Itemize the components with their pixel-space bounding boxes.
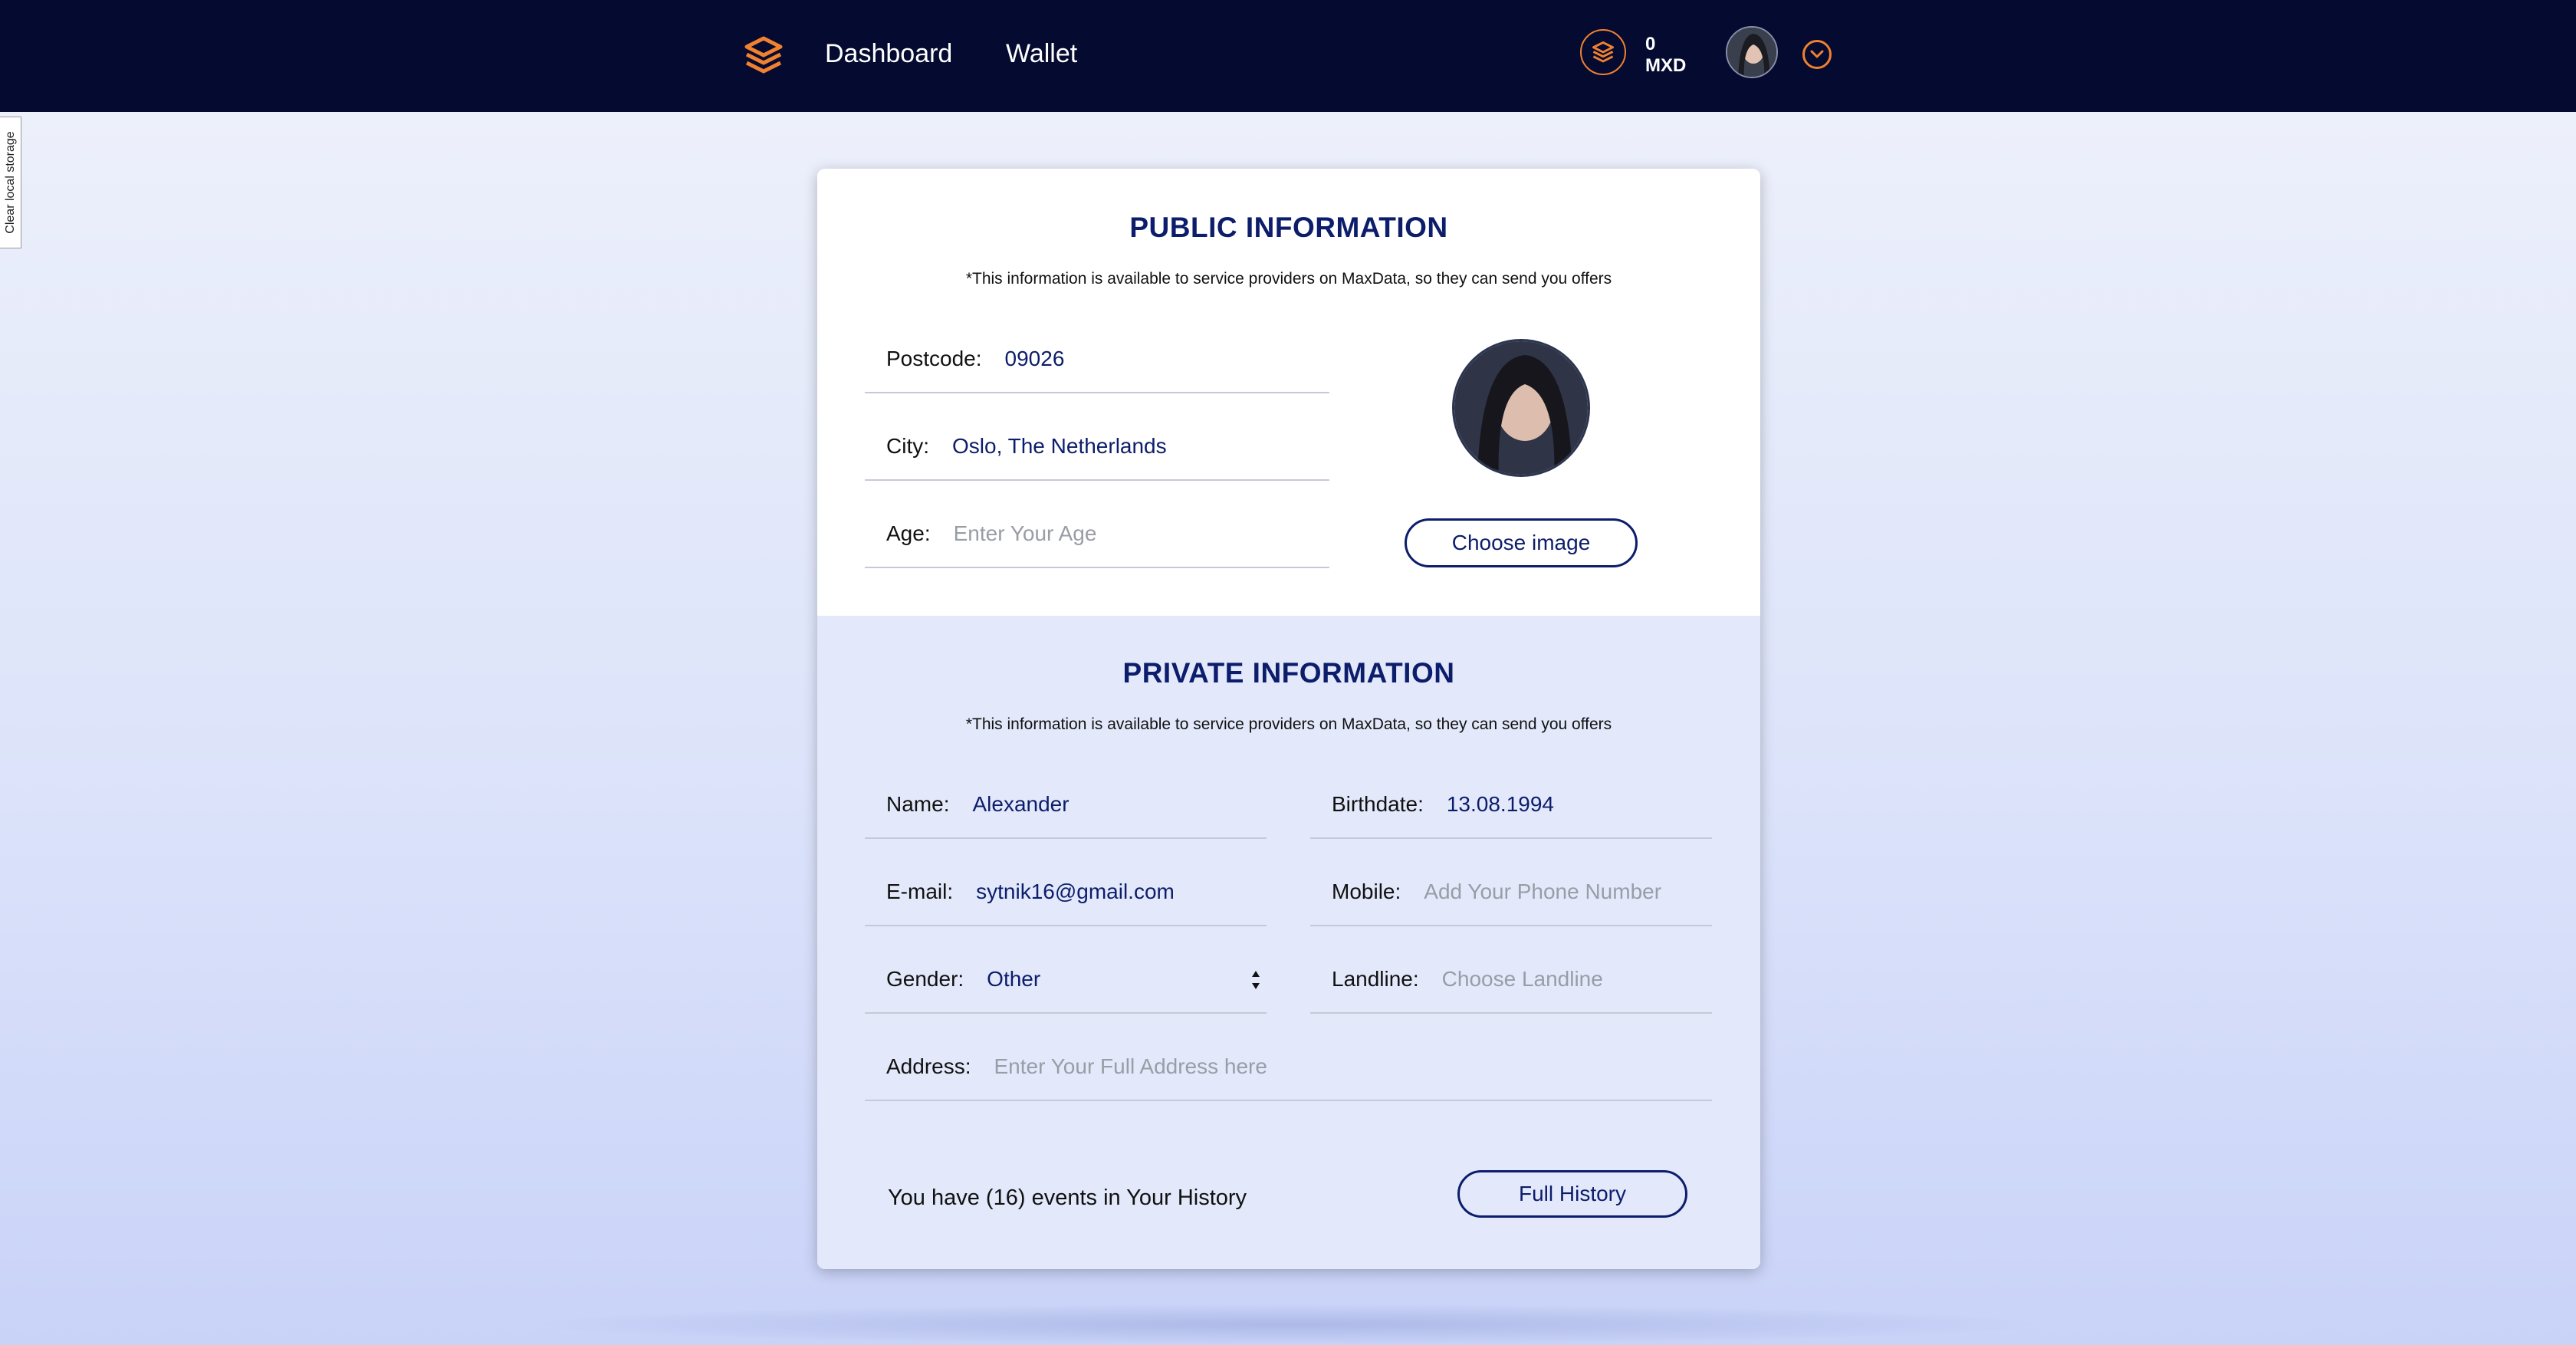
address-label: Address: [886,1054,971,1078]
clear-local-storage-button[interactable]: Clear local storage [0,117,21,248]
full-history-button[interactable]: Full History [1457,1170,1687,1218]
landline-input[interactable]: Choose Landline [1442,967,1603,991]
age-field[interactable]: Age: Enter Your Age [865,501,1329,568]
choose-image-button[interactable]: Choose image [1405,518,1638,567]
postcode-field[interactable]: Postcode: 09026 [865,326,1329,393]
top-nav: Dashboard Wallet 0 MXD [0,0,2576,112]
address-input[interactable]: Enter Your Full Address here [994,1054,1267,1079]
gender-value[interactable]: Other [987,967,1040,991]
gender-label: Gender: [886,967,964,991]
account-menu-chevron-icon[interactable] [1802,40,1832,69]
nav-dashboard-link[interactable]: Dashboard [825,38,952,69]
private-section-note: *This information is available to servic… [965,715,1612,733]
landline-label: Landline: [1332,967,1419,991]
mxd-coin-icon [1580,29,1626,75]
birthdate-field[interactable]: Birthdate: 13.08.1994 [1310,771,1712,839]
age-label: Age: [886,521,931,545]
age-input[interactable]: Enter Your Age [954,521,1097,546]
balance-currency: MXD [1645,55,1687,76]
history-count-text: You have (16) events in Your History [888,1186,1247,1210]
mobile-input[interactable]: Add Your Phone Number [1424,880,1661,904]
city-field[interactable]: City: Oslo, The Netherlands [865,413,1329,481]
clear-local-storage-label: Clear local storage [3,131,17,234]
private-information-section: PRIVATE INFORMATION *This information is… [817,616,1760,1269]
public-section-note: *This information is available to servic… [965,270,1612,288]
name-label: Name: [886,792,950,816]
private-section-title: PRIVATE INFORMATION [1122,657,1455,689]
city-label: City: [886,434,929,458]
postcode-label: Postcode: [886,347,982,370]
landline-field[interactable]: Landline: Choose Landline [1310,946,1712,1014]
nav-wallet-link[interactable]: Wallet [1006,38,1077,69]
city-value[interactable]: Oslo, The Netherlands [952,434,1167,459]
mobile-label: Mobile: [1332,880,1401,903]
email-field[interactable]: E-mail: sytnik16@gmail.com [865,859,1267,926]
address-field[interactable]: Address: Enter Your Full Address here [865,1034,1712,1101]
email-value[interactable]: sytnik16@gmail.com [976,880,1175,904]
public-section-title: PUBLIC INFORMATION [1129,212,1448,243]
wallet-balance: 0 MXD [1645,34,1686,77]
birthdate-value[interactable]: 13.08.1994 [1447,792,1554,817]
postcode-value[interactable]: 09026 [1005,347,1065,371]
profile-card: PUBLIC INFORMATION *This information is … [817,169,1760,1269]
select-arrows-icon [1252,971,1260,989]
mobile-field[interactable]: Mobile: Add Your Phone Number [1310,859,1712,926]
page-shadow [521,1304,2055,1345]
name-value[interactable]: Alexander [972,792,1069,817]
name-field[interactable]: Name: Alexander [865,771,1267,839]
balance-amount: 0 [1645,34,1656,54]
gender-select[interactable]: Gender: Other [865,946,1267,1014]
birthdate-label: Birthdate: [1332,792,1424,816]
maxdata-logo-icon[interactable] [742,34,785,77]
profile-photo [1452,339,1590,477]
user-avatar[interactable] [1726,26,1778,78]
email-label: E-mail: [886,880,954,903]
public-information-section: PUBLIC INFORMATION *This information is … [817,169,1760,616]
